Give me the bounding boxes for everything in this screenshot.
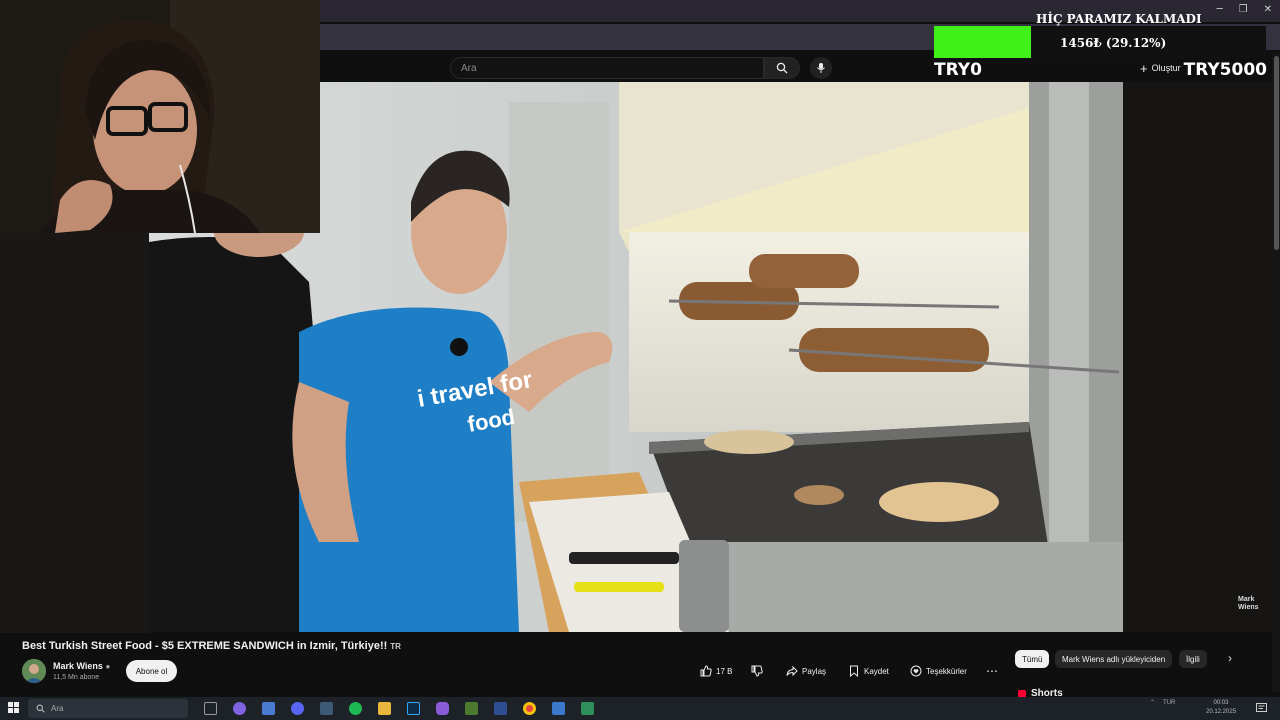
spotify-icon[interactable] xyxy=(349,702,362,715)
search-button[interactable] xyxy=(764,57,800,79)
tray-chevron-icon[interactable]: ⌃ xyxy=(1150,699,1155,706)
clock-time: 00:03 xyxy=(1213,700,1229,706)
microphone-icon xyxy=(817,63,825,73)
search-icon xyxy=(36,704,45,713)
thanks-label: Teşekkürler xyxy=(926,666,967,676)
webcam-image xyxy=(0,0,320,233)
avatar-image xyxy=(22,659,46,683)
channel-subscriber-count: 11,5 Mn abone xyxy=(53,674,100,681)
dislike-button[interactable] xyxy=(751,661,763,681)
donation-goal-max: TRY5000 xyxy=(1183,60,1267,80)
app-icon-purple[interactable] xyxy=(436,702,449,715)
video-title-flag: TR xyxy=(390,642,401,651)
donation-progress-text: 1456₺ (29.12%) xyxy=(1060,36,1167,50)
more-actions-button[interactable]: ⋯ xyxy=(986,661,998,681)
copilot-icon[interactable] xyxy=(233,702,246,715)
file-explorer-icon[interactable] xyxy=(378,702,391,715)
thanks-icon xyxy=(910,665,922,677)
channel-avatar[interactable] xyxy=(22,659,46,683)
chevron-right-icon[interactable]: › xyxy=(1228,651,1232,665)
channel-name-text: Mark Wiens xyxy=(53,661,103,671)
save-button[interactable]: Kaydet xyxy=(848,661,889,681)
thanks-button[interactable]: Teşekkürler xyxy=(910,661,967,681)
clock-date: 20.12.2025 xyxy=(1206,709,1237,715)
voice-search-button[interactable] xyxy=(810,57,832,79)
watermark-line1: Mark xyxy=(1238,596,1255,603)
subscribe-button[interactable]: Abone ol xyxy=(126,660,177,682)
chip-from-uploader[interactable]: Mark Wiens adlı yükleyiciden xyxy=(1055,650,1173,668)
notepad-icon[interactable] xyxy=(552,702,565,715)
store-icon[interactable] xyxy=(262,702,275,715)
watermark-line2: Wiens xyxy=(1238,604,1259,611)
video-letterbox-right xyxy=(1123,82,1272,632)
search-icon xyxy=(776,62,788,74)
tray-language[interactable]: TUR xyxy=(1163,700,1175,706)
donation-progress-fill xyxy=(934,26,1031,58)
like-count: 17 B xyxy=(716,666,733,676)
like-button[interactable]: 17 B xyxy=(700,661,732,681)
share-icon xyxy=(786,665,798,677)
app-icon-blue[interactable] xyxy=(494,702,507,715)
scrollbar-thumb[interactable] xyxy=(1274,56,1279,250)
notification-icon[interactable] xyxy=(1256,703,1267,714)
app-icon-monitor[interactable] xyxy=(320,702,333,715)
app-icon-green[interactable] xyxy=(581,702,594,715)
video-title: Best Turkish Street Food - $5 EXTREME SA… xyxy=(22,640,401,652)
share-label: Paylaş xyxy=(802,666,827,676)
webcam-overlay xyxy=(0,0,320,233)
taskbar-search-input[interactable]: Ara xyxy=(28,699,188,718)
chip-all[interactable]: Tümü xyxy=(1015,650,1050,668)
save-label: Kaydet xyxy=(864,666,889,676)
task-view-icon[interactable] xyxy=(204,702,217,715)
minecraft-icon[interactable] xyxy=(465,702,478,715)
system-tray[interactable]: ⌃ TUR xyxy=(1150,699,1175,707)
chrome-icon[interactable] xyxy=(523,702,536,715)
thumbs-down-icon xyxy=(751,665,763,677)
thumbs-up-icon xyxy=(700,665,712,677)
donation-goal-title: HİÇ PARAMIZ KALMADI xyxy=(1036,12,1202,26)
channel-name[interactable]: Mark Wiens ● xyxy=(53,661,110,671)
chip-related[interactable]: İlgili xyxy=(1179,650,1207,668)
windows-start-icon[interactable] xyxy=(8,702,19,713)
windows-taskbar xyxy=(0,697,1280,720)
video-title-text: Best Turkish Street Food - $5 EXTREME SA… xyxy=(22,640,388,652)
channel-watermark: Mark Wiens xyxy=(1238,596,1259,612)
video-letterbox-left xyxy=(0,233,149,633)
search-input[interactable]: Ara xyxy=(450,57,764,79)
taskbar-clock[interactable]: 00:03 20.12.2025 xyxy=(1206,699,1236,717)
photoshop-icon[interactable] xyxy=(407,702,420,715)
donation-goal-min: TRY0 xyxy=(934,60,982,80)
verified-icon: ● xyxy=(105,662,111,671)
bookmark-icon xyxy=(850,665,858,677)
share-button[interactable]: Paylaş xyxy=(786,661,826,681)
donation-goal-widget: HİÇ PARAMIZ KALMADI 1456₺ (29.12%) TRY0 … xyxy=(930,8,1270,84)
donation-progress-bar: 1456₺ (29.12%) xyxy=(934,26,1266,58)
discord-icon[interactable] xyxy=(291,702,304,715)
screen: ─ ❐ ✕ Ara + Oluştur i travel for food Ma… xyxy=(0,0,1280,720)
taskbar-search-text: Ara xyxy=(51,704,64,713)
